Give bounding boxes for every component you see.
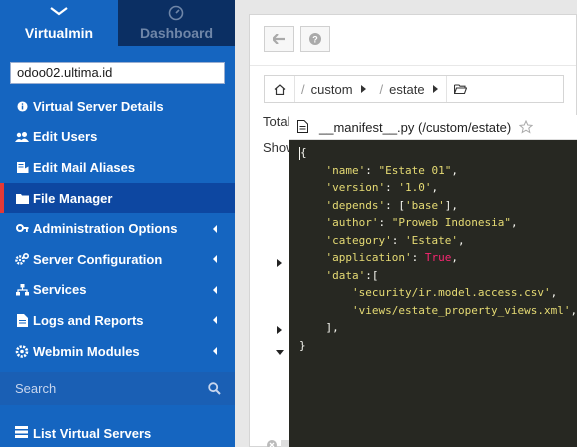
code-line: 'category': 'Estate', — [325, 233, 465, 247]
tab-virtualmin-label: Virtualmin — [24, 25, 94, 41]
caret-right-icon[interactable] — [432, 85, 438, 93]
breadcrumb: / custom / estate — [264, 75, 564, 103]
sidebar-item-virtual-server-details[interactable]: Virtual Server Details — [0, 91, 235, 122]
code-line: 'security/ir.model.access.csv', — [351, 286, 558, 299]
editor-header: __manifest__.py (/custom/estate) — [289, 115, 577, 140]
sidebar-item-label: Webmin Modules — [33, 343, 140, 359]
sidebar-search[interactable]: Search — [0, 372, 235, 405]
tree-expand-icon[interactable] — [277, 326, 282, 334]
editor-title: __manifest__.py (/custom/estate) — [319, 119, 512, 135]
sidebar-item-label: Administration Options — [33, 221, 178, 237]
tab-virtualmin[interactable]: Virtualmin — [0, 0, 118, 46]
sidebar-item-logs-and-reports[interactable]: Logs and Reports — [0, 305, 235, 336]
sidebar-item-services[interactable]: Services — [0, 275, 235, 306]
cogs-icon — [15, 252, 29, 266]
help-button[interactable]: ? — [300, 26, 330, 52]
mail-alias-icon — [15, 160, 29, 174]
virtualmin-logo-icon — [50, 7, 68, 16]
caret-right-icon[interactable] — [360, 85, 366, 93]
tree-collapse-icon[interactable] — [276, 350, 284, 355]
code-line: 'depends': ['base'], — [325, 198, 458, 212]
chevron-left-icon — [213, 285, 217, 294]
sidebar-item-webmin-modules[interactable]: Webmin Modules — [0, 336, 235, 367]
sidebar-item-label: Server Configuration — [33, 251, 163, 267]
tab-dashboard[interactable]: Dashboard — [118, 0, 235, 46]
sidebar-item-label: File Manager — [33, 190, 113, 206]
sidebar-item-file-manager[interactable]: File Manager — [0, 182, 235, 214]
code-line: 'version': '1.0', — [325, 181, 439, 194]
sidebar-item-administration-options[interactable]: Administration Options — [0, 213, 235, 244]
back-button[interactable] — [264, 26, 294, 52]
sidebar-item-label: Edit Users — [33, 129, 98, 145]
key-icon — [15, 222, 29, 236]
server-select[interactable]: odoo02.ultima.id — [10, 62, 225, 84]
list-virtual-servers-label: List Virtual Servers — [33, 425, 152, 441]
breadcrumb-item-custom[interactable]: custom — [311, 82, 353, 97]
sidebar-item-label: Logs and Reports — [33, 312, 144, 328]
question-icon: ? — [309, 33, 321, 45]
file-editor-dialog: __manifest__.py (/custom/estate) { 'name… — [289, 115, 577, 447]
sidebar-item-label: Services — [33, 282, 87, 298]
tree-expand-icon[interactable] — [277, 259, 282, 267]
code-line: 'author': "Proweb Indonesia", — [325, 216, 518, 229]
file-icon — [15, 313, 29, 327]
code-line: 'application': True, — [325, 251, 458, 264]
code-line: ], — [299, 321, 339, 334]
chevron-left-icon — [213, 316, 217, 325]
code-editor[interactable]: { 'name': "Estate 01", 'version': '1.0',… — [289, 140, 577, 447]
sidebar-item-label: Edit Mail Aliases — [33, 159, 136, 175]
chevron-left-icon — [213, 347, 217, 356]
sidebar-item-edit-users[interactable]: Edit Users — [0, 122, 235, 153]
sidebar: Virtualmin Dashboard odoo02.ultima.id Vi… — [0, 0, 235, 447]
server-list-icon — [15, 426, 29, 440]
file-code-icon — [297, 120, 311, 134]
sidebar-item-server-configuration[interactable]: Server Configuration — [0, 244, 235, 275]
code-line: { — [299, 146, 307, 160]
code-line: 'name': "Estate 01", — [325, 163, 458, 177]
svg-text:?: ? — [312, 34, 318, 44]
info-icon — [15, 99, 29, 113]
sitemap-icon — [15, 283, 29, 297]
code-line: 'data':[ — [325, 268, 379, 282]
code-line: 'views/estate_property_views.xml', — [351, 303, 577, 317]
code-line: } — [299, 338, 306, 352]
sidebar-item-edit-mail-aliases[interactable]: Edit Mail Aliases — [0, 152, 235, 183]
search-icon — [208, 382, 221, 395]
list-virtual-servers-link[interactable]: List Virtual Servers — [0, 418, 235, 447]
breadcrumb-item-estate[interactable]: estate — [389, 82, 424, 97]
folder-open-icon[interactable] — [445, 76, 474, 102]
chevron-left-icon — [213, 224, 217, 233]
toolbar-divider — [250, 65, 576, 66]
sidebar-tabs: Virtualmin Dashboard — [0, 0, 235, 46]
arrow-left-icon — [273, 34, 285, 44]
close-circle-icon[interactable] — [264, 439, 292, 447]
home-icon[interactable] — [265, 76, 295, 102]
sidebar-menu: Virtual Server Details Edit Users Edit M… — [0, 91, 235, 366]
chevron-left-icon — [213, 255, 217, 264]
search-placeholder: Search — [15, 381, 57, 396]
dashboard-gauge-icon — [168, 5, 184, 21]
star-icon[interactable] — [519, 120, 534, 134]
breadcrumb-separator: / — [301, 81, 305, 97]
breadcrumb-separator: / — [379, 81, 384, 97]
users-icon — [15, 130, 29, 144]
folder-icon — [15, 191, 29, 205]
total-label: Total — [263, 114, 291, 129]
modules-icon — [15, 344, 29, 358]
tab-dashboard-label: Dashboard — [139, 25, 214, 41]
sidebar-item-label: Virtual Server Details — [33, 98, 164, 114]
